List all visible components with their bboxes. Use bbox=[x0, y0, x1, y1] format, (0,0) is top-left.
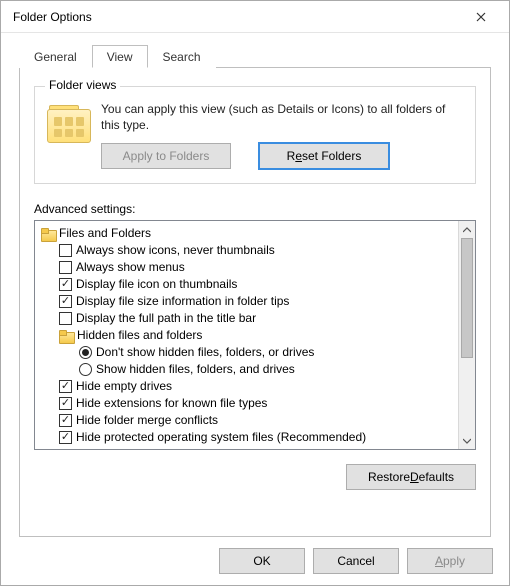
opt-always-icons[interactable]: Always show icons, never thumbnails bbox=[39, 242, 456, 259]
folder-views-icon bbox=[47, 103, 91, 143]
chevron-up-icon bbox=[463, 227, 471, 233]
folder-icon bbox=[59, 330, 73, 342]
opt-hide-extensions[interactable]: ✓ Hide extensions for known file types bbox=[39, 395, 456, 412]
checkbox-icon[interactable] bbox=[59, 312, 72, 325]
checkbox-icon[interactable]: ✓ bbox=[59, 414, 72, 427]
window-title: Folder Options bbox=[13, 10, 461, 24]
advanced-settings-tree[interactable]: Files and FoldersAlways show icons, neve… bbox=[35, 221, 458, 449]
scroll-thumb[interactable] bbox=[461, 238, 473, 358]
radio-icon[interactable] bbox=[79, 346, 92, 359]
folder-views-group: Folder views You can apply this view (su… bbox=[34, 86, 476, 184]
checkbox-icon[interactable]: ✓ bbox=[59, 431, 72, 444]
scroll-track[interactable] bbox=[459, 238, 475, 432]
option-label: Always show icons, never thumbnails bbox=[76, 242, 275, 259]
ok-button[interactable]: OK bbox=[219, 548, 305, 574]
titlebar: Folder Options bbox=[1, 1, 509, 33]
tab-panel-view: Folder views You can apply this view (su… bbox=[19, 67, 491, 537]
opt-full-path-title[interactable]: Display the full path in the title bar bbox=[39, 310, 456, 327]
advanced-settings-label: Advanced settings: bbox=[34, 202, 476, 216]
reset-folders-button[interactable]: Reset Folders bbox=[259, 143, 389, 169]
checkbox-icon[interactable] bbox=[59, 244, 72, 257]
tab-search[interactable]: Search bbox=[148, 45, 216, 68]
folder-icon bbox=[41, 228, 55, 240]
option-label: Files and Folders bbox=[59, 225, 151, 242]
chevron-down-icon bbox=[463, 438, 471, 444]
folder-options-window: Folder Options General View Search Folde… bbox=[0, 0, 510, 586]
folder-views-legend: Folder views bbox=[45, 78, 120, 92]
scrollbar-vertical[interactable] bbox=[458, 221, 475, 449]
tab-view[interactable]: View bbox=[92, 45, 148, 68]
opt-icon-on-thumb[interactable]: ✓ Display file icon on thumbnails bbox=[39, 276, 456, 293]
checkbox-icon[interactable]: ✓ bbox=[59, 397, 72, 410]
option-label: Display the full path in the title bar bbox=[76, 310, 256, 327]
option-label: Hidden files and folders bbox=[77, 327, 202, 344]
opt-hide-merge-conflicts[interactable]: ✓ Hide folder merge conflicts bbox=[39, 412, 456, 429]
checkbox-icon[interactable]: ✓ bbox=[59, 295, 72, 308]
checkbox-icon[interactable]: ✓ bbox=[59, 278, 72, 291]
close-icon bbox=[476, 12, 486, 22]
option-label: Hide folder merge conflicts bbox=[76, 412, 218, 429]
scroll-down-button[interactable] bbox=[459, 432, 475, 449]
scroll-up-button[interactable] bbox=[459, 221, 475, 238]
opt-hide-empty-drives[interactable]: ✓ Hide empty drives bbox=[39, 378, 456, 395]
opt-show-hidden[interactable]: Show hidden files, folders, and drives bbox=[39, 361, 456, 378]
close-button[interactable] bbox=[461, 3, 501, 31]
apply-button: Apply bbox=[407, 548, 493, 574]
checkbox-icon[interactable]: ✓ bbox=[59, 380, 72, 393]
opt-dont-show-hidden[interactable]: Don't show hidden files, folders, or dri… bbox=[39, 344, 456, 361]
opt-always-menus[interactable]: Always show menus bbox=[39, 259, 456, 276]
opt-file-size-tips[interactable]: ✓ Display file size information in folder… bbox=[39, 293, 456, 310]
apply-to-folders-button: Apply to Folders bbox=[101, 143, 231, 169]
option-label: Show hidden files, folders, and drives bbox=[96, 361, 295, 378]
option-label: Hide extensions for known file types bbox=[76, 395, 267, 412]
opt-hide-protected-os[interactable]: ✓ Hide protected operating system files (… bbox=[39, 429, 456, 446]
node-hidden-files: Hidden files and folders bbox=[39, 327, 456, 344]
advanced-settings-box: Files and FoldersAlways show icons, neve… bbox=[34, 220, 476, 450]
restore-defaults-button[interactable]: Restore Defaults bbox=[346, 464, 476, 490]
option-label: Display file size information in folder … bbox=[76, 293, 289, 310]
client-area: General View Search Folder views You can… bbox=[1, 33, 509, 537]
dialog-footer: OK Cancel Apply bbox=[1, 537, 509, 585]
tab-general[interactable]: General bbox=[19, 45, 92, 68]
node-files-and-folders: Files and Folders bbox=[39, 225, 456, 242]
option-label: Display file icon on thumbnails bbox=[76, 276, 237, 293]
option-label: Always show menus bbox=[76, 259, 185, 276]
checkbox-icon[interactable] bbox=[59, 261, 72, 274]
folder-views-text: You can apply this view (such as Details… bbox=[101, 101, 463, 133]
radio-icon[interactable] bbox=[79, 363, 92, 376]
option-label: Hide protected operating system files (R… bbox=[76, 429, 366, 446]
option-label: Don't show hidden files, folders, or dri… bbox=[96, 344, 314, 361]
option-label: Hide empty drives bbox=[76, 378, 172, 395]
tab-strip: General View Search bbox=[19, 43, 491, 67]
cancel-button[interactable]: Cancel bbox=[313, 548, 399, 574]
